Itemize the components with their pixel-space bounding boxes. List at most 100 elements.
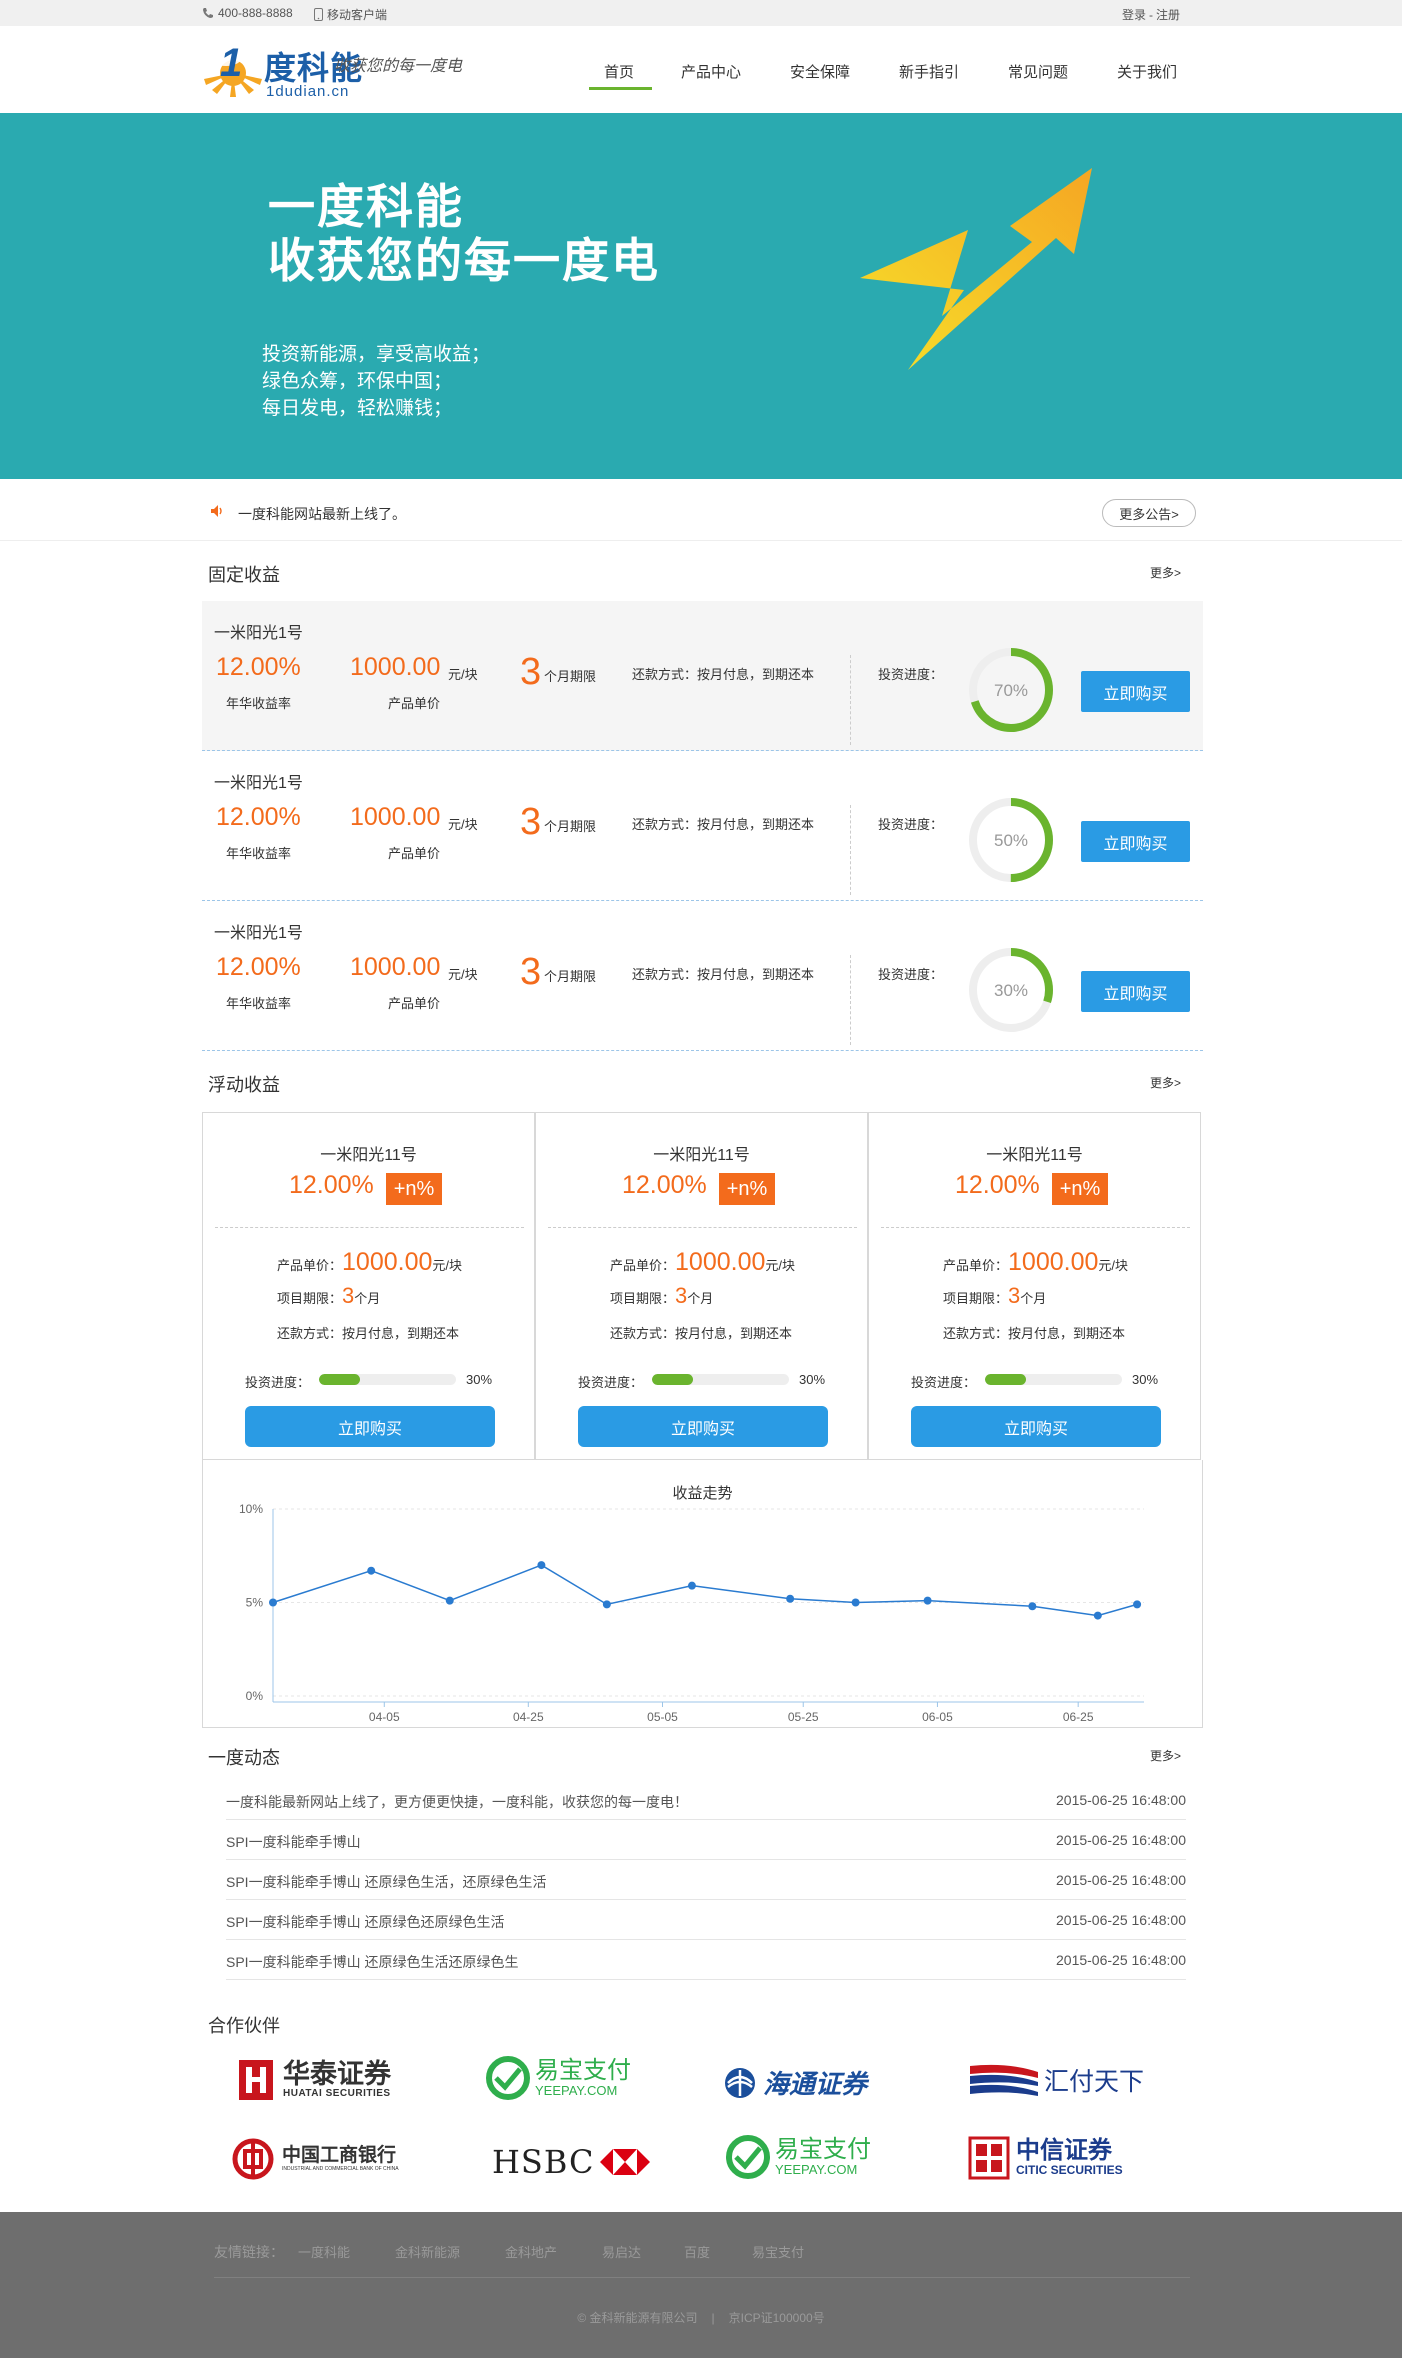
buy-now-button[interactable]: 立即购买: [245, 1406, 495, 1447]
banner-line-3: 每日发电，轻松赚钱；: [262, 398, 453, 419]
partner-hsbc-logo[interactable]: HSBC: [492, 2143, 651, 2181]
progress-bar-fill: [319, 1374, 361, 1385]
data-point: [445, 1596, 454, 1605]
nav-about[interactable]: 关于我们: [1117, 61, 1177, 82]
buy-now-button[interactable]: 立即购买: [1081, 971, 1190, 1012]
progress-bar: [985, 1374, 1122, 1385]
product-name[interactable]: 一米阳光1号: [214, 919, 303, 943]
notice-text[interactable]: 一度科能网站最新上线了。: [238, 504, 406, 524]
unit-price: 1000.00: [350, 803, 441, 831]
login-link[interactable]: 登录: [1122, 6, 1146, 23]
progress-percent: 30%: [994, 981, 1028, 1000]
product-name[interactable]: 一米阳光1号: [214, 769, 303, 793]
x-tick-label: 04-05: [369, 1710, 400, 1724]
progress-bar: [319, 1374, 456, 1385]
nav-security[interactable]: 安全保障: [790, 61, 850, 82]
annual-rate: 12.00%: [216, 803, 301, 831]
divider: [215, 1227, 524, 1228]
news-title-text[interactable]: SPI一度科能牵手博山 还原绿色生活，还原绿色生活: [226, 1872, 546, 1892]
news-title-text[interactable]: SPI一度科能牵手博山: [226, 1832, 361, 1852]
progress-percent: 30%: [1132, 1372, 1159, 1387]
nav-guide[interactable]: 新手指引: [899, 61, 959, 82]
partner-yeepay-logo-2[interactable]: 易宝支付 YEEPAY.COM: [725, 2134, 871, 2180]
footer-divider: [214, 2277, 1190, 2278]
news-item[interactable]: 一度科能最新网站上线了，更方便更快捷，一度科能，收获您的每一度电！ 2015-06…: [226, 1780, 1186, 1820]
term-unit: 个月期限: [544, 819, 597, 834]
news-title-text[interactable]: SPI一度科能牵手博山 还原绿色还原绿色生活: [226, 1912, 504, 1932]
partners-title: 合作伙伴: [208, 2016, 280, 2036]
news-item[interactable]: SPI一度科能牵手博山 还原绿色生活，还原绿色生活 2015-06-25 16:4…: [226, 1860, 1186, 1900]
annual-rate-label: 年华收益率: [226, 996, 292, 1011]
brand-slogan: 收获您的每一度电: [334, 56, 463, 75]
news-item[interactable]: SPI一度科能牵手博山 还原绿色生活还原绿色生 2015-06-25 16:48:…: [226, 1940, 1186, 1980]
speaker-icon: [211, 505, 222, 517]
product-name[interactable]: 一米阳光11号: [203, 1141, 534, 1165]
nav-home[interactable]: 首页: [604, 61, 634, 82]
partner-huatai-logo[interactable]: 华泰证券 HUATAI SECURITIES: [237, 2058, 391, 2102]
x-tick-label: 05-25: [788, 1710, 819, 1724]
news-more-link[interactable]: 更多>: [1150, 1747, 1181, 1764]
hotline-number: 400-888-8888: [218, 6, 293, 20]
citic-seal-icon: [968, 2136, 1010, 2180]
news-item[interactable]: SPI一度科能牵手博山 2015-06-25 16:48:00: [226, 1820, 1186, 1860]
footer-link[interactable]: 易启达: [602, 2242, 641, 2261]
unit-price: 1000.00: [350, 953, 441, 981]
buy-now-button[interactable]: 立即购买: [578, 1406, 828, 1447]
news-title-text[interactable]: SPI一度科能牵手博山 还原绿色生活还原绿色生: [226, 1952, 518, 1972]
product-name[interactable]: 一米阳光11号: [536, 1141, 867, 1165]
product-name[interactable]: 一米阳光1号: [214, 619, 303, 643]
term-value: 3: [520, 651, 542, 693]
data-point: [851, 1598, 860, 1607]
news-title-text[interactable]: 一度科能最新网站上线了，更方便更快捷，一度科能，收获您的每一度电！: [226, 1792, 688, 1812]
annual-rate: 12.00%: [216, 953, 301, 981]
partner-icbc-logo[interactable]: 中国工商银行 INDUSTRIAL AND COMMERCIAL BANK OF…: [232, 2138, 399, 2180]
nav-active-indicator: [589, 87, 652, 90]
footer-link[interactable]: 百度: [684, 2242, 710, 2261]
progress-label: 投资进度：: [245, 1375, 311, 1390]
fixed-income-more-link[interactable]: 更多>: [1150, 564, 1181, 581]
divider: [548, 1227, 857, 1228]
unit-price-suffix: 元/块: [448, 967, 478, 982]
mobile-client-link[interactable]: 移动客户端: [314, 6, 387, 23]
yeepay-emblem-icon: [486, 2056, 530, 2100]
buy-now-button[interactable]: 立即购买: [1081, 821, 1190, 862]
footer-link[interactable]: 金科新能源: [395, 2242, 460, 2261]
more-notices-button[interactable]: 更多公告>: [1102, 499, 1196, 527]
news-date: 2015-06-25 16:48:00: [1056, 1872, 1186, 1888]
floating-income-title: 浮动收益: [208, 1075, 280, 1095]
news-item[interactable]: SPI一度科能牵手博山 还原绿色还原绿色生活 2015-06-25 16:48:0…: [226, 1900, 1186, 1940]
progress-ring: 50%: [969, 798, 1053, 882]
extra-rate-badge: +n%: [386, 1173, 442, 1205]
partner-citic-logo[interactable]: 中信证券 CITIC SECURITIES: [968, 2136, 1123, 2180]
huatai-emblem-icon: [239, 2060, 273, 2100]
site-logo[interactable]: 1 度科能 1dudian.cn 收获您的每一度电: [202, 39, 532, 101]
repay-method: 还款方式：按月付息，到期还本: [632, 667, 815, 682]
term-unit: 个月期限: [544, 669, 597, 684]
buy-now-button[interactable]: 立即购买: [1081, 671, 1190, 712]
progress-percent: 50%: [994, 831, 1028, 850]
repay-method: 还款方式：按月付息，到期还本: [943, 1326, 1126, 1341]
footer-link[interactable]: 金科地产: [505, 2242, 557, 2261]
logo-number: 1: [220, 41, 243, 85]
y-tick-label: 10%: [239, 1502, 263, 1516]
register-link[interactable]: 注册: [1156, 6, 1180, 23]
partner-yeepay-logo[interactable]: 易宝支付 YEEPAY.COM: [485, 2055, 631, 2101]
unit-price-label: 产品单价: [388, 846, 441, 861]
account-links: 登录 - 注册: [1122, 6, 1181, 23]
nav-faq[interactable]: 常见问题: [1008, 61, 1068, 82]
fixed-product-row: 一米阳光1号 12.00% 年华收益率 1000.00 元/块 产品单价 3 个…: [202, 901, 1203, 1051]
floating-income-more-link[interactable]: 更多>: [1150, 1074, 1181, 1091]
data-point: [367, 1566, 376, 1575]
buy-now-button[interactable]: 立即购买: [911, 1406, 1161, 1447]
haitong-emblem-icon: [725, 2067, 755, 2098]
y-tick-label: 5%: [246, 1596, 264, 1610]
footer-link[interactable]: 一度科能: [298, 2242, 350, 2261]
partner-huifu-logo[interactable]: 汇付天下: [968, 2062, 1144, 2098]
progress-label: 投资进度：: [911, 1375, 977, 1390]
partner-haitong-logo[interactable]: 海通证券: [723, 2064, 867, 2101]
footer-link[interactable]: 易宝支付: [752, 2242, 804, 2261]
progress-bar: [652, 1374, 789, 1385]
product-name[interactable]: 一米阳光11号: [869, 1141, 1200, 1165]
data-point: [1093, 1611, 1102, 1620]
nav-products[interactable]: 产品中心: [681, 61, 741, 82]
